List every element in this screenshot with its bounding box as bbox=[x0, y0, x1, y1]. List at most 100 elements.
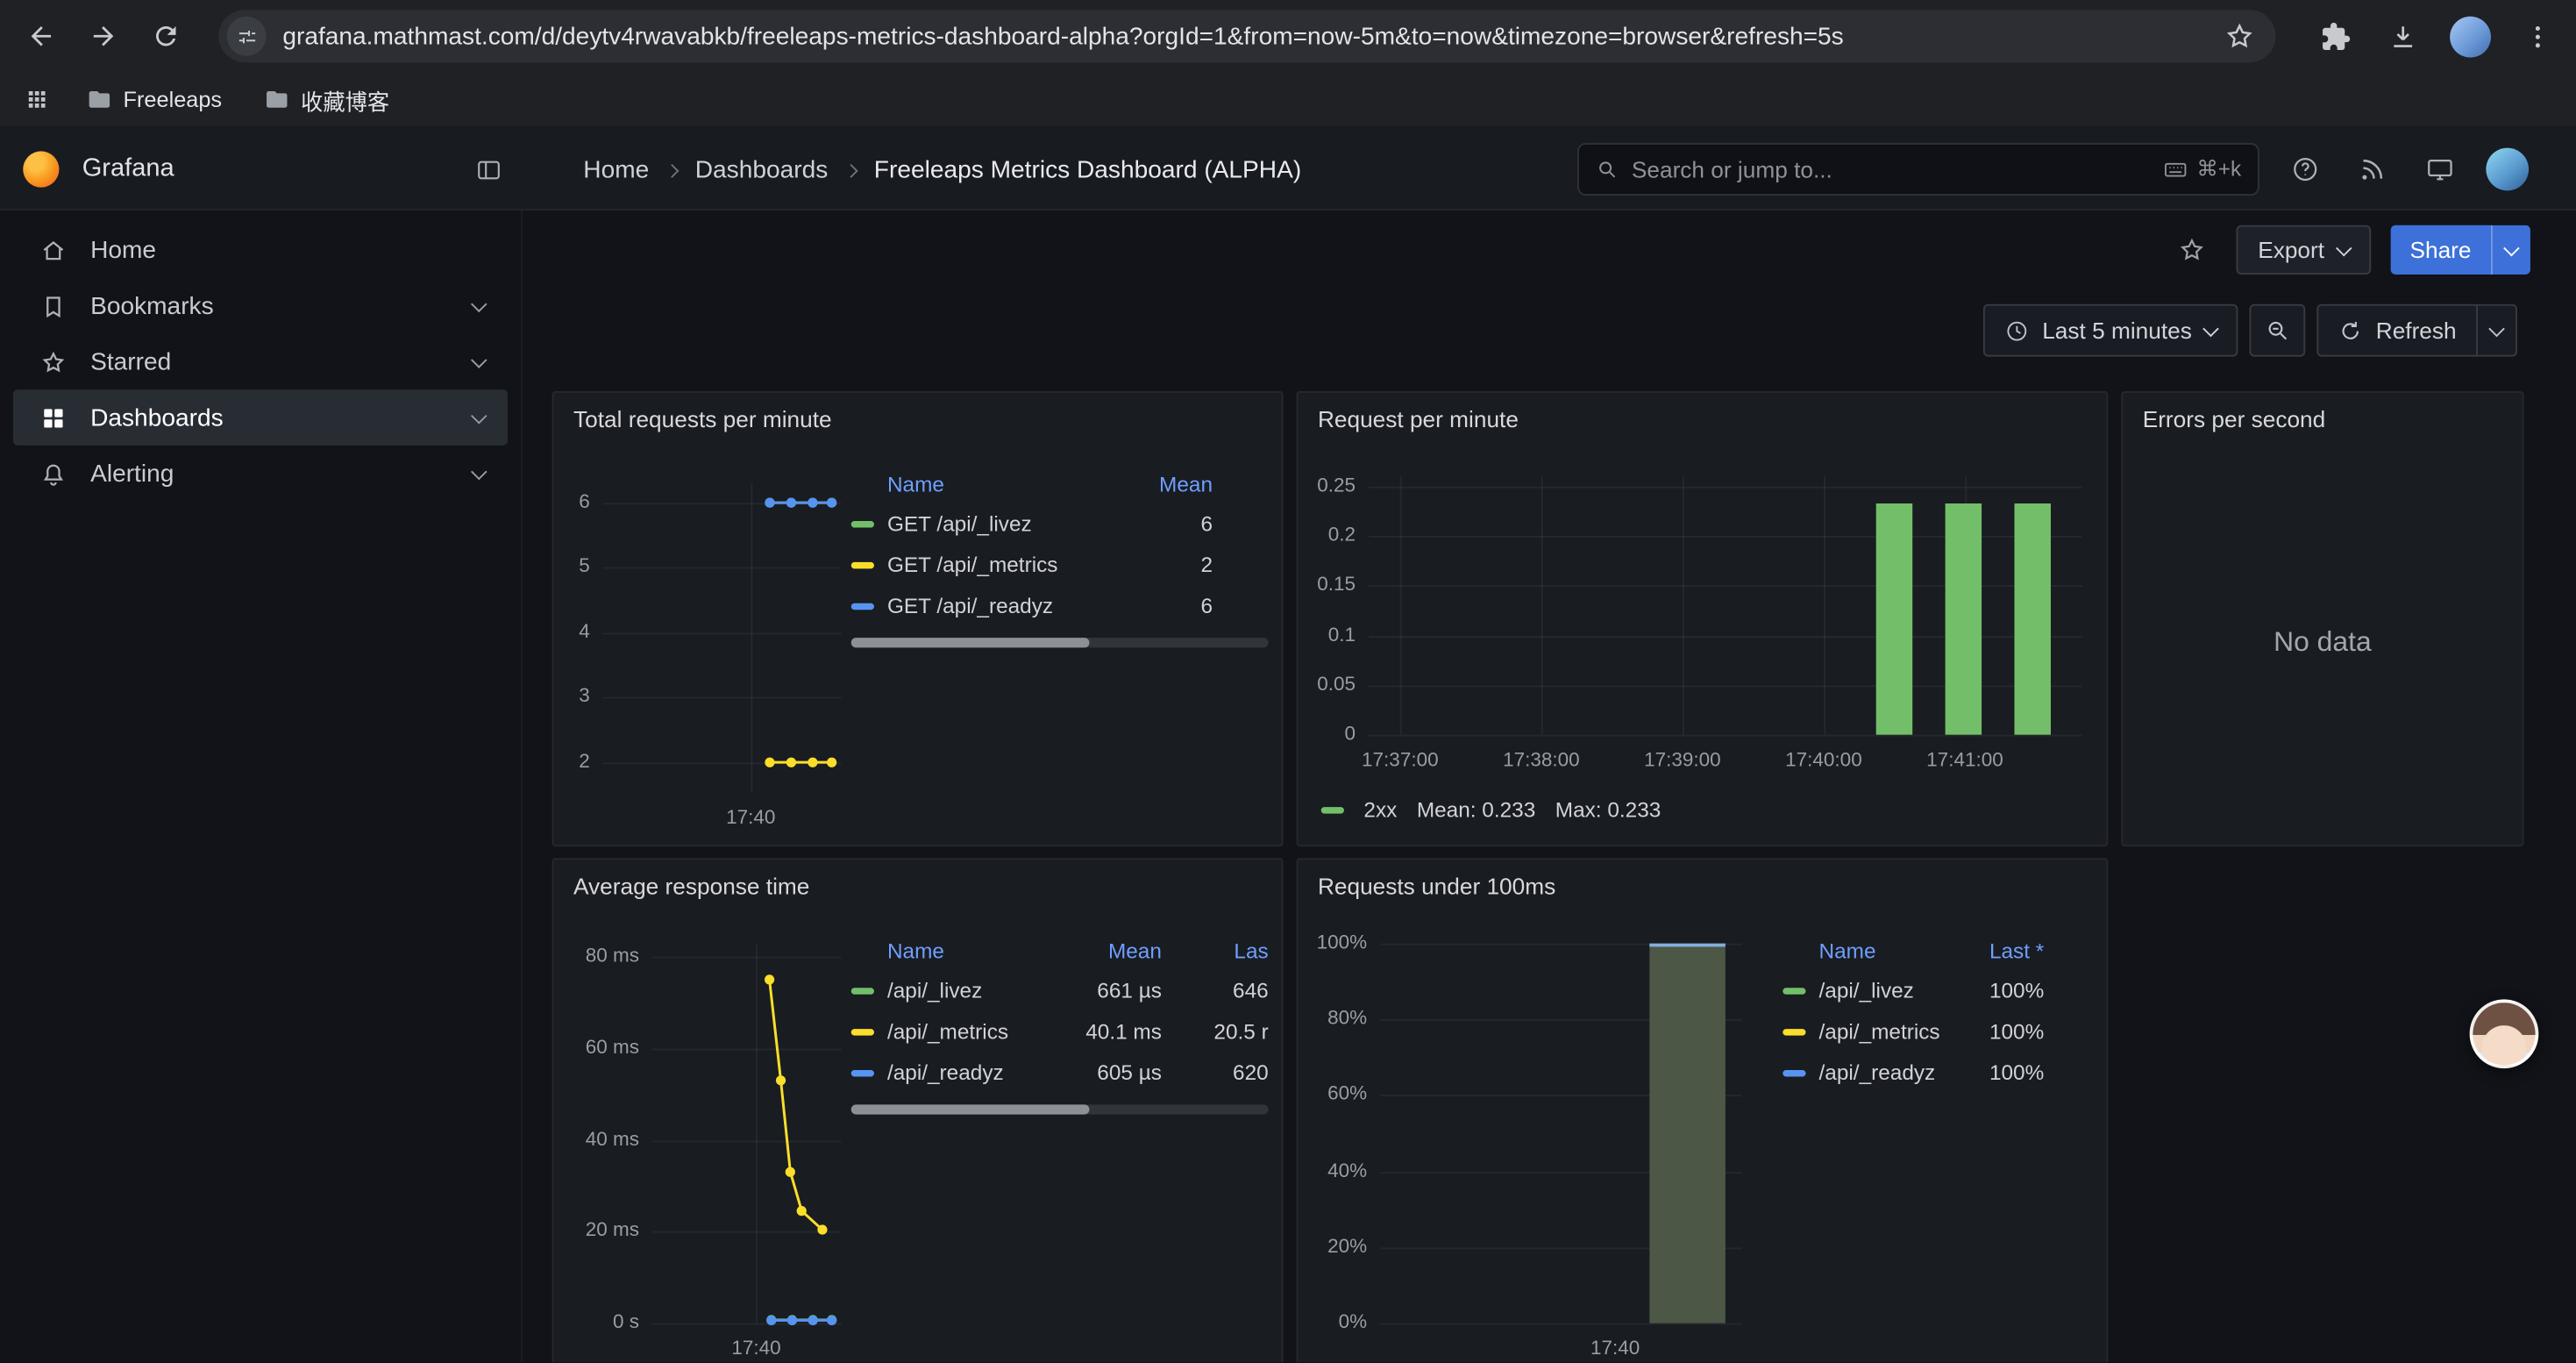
legend-row[interactable]: /api/_readyz 100% bbox=[1783, 1052, 2070, 1093]
site-info-chip[interactable] bbox=[227, 17, 267, 56]
time-range-picker[interactable]: Last 5 minutes bbox=[1983, 304, 2238, 357]
search-shortcut-hint: ⌘+k bbox=[2162, 156, 2241, 182]
bookmark-star-icon[interactable] bbox=[2224, 19, 2256, 52]
reload-button[interactable] bbox=[138, 8, 194, 64]
sidebar-item-starred[interactable]: Starred bbox=[13, 333, 508, 389]
breadcrumb-dashboards[interactable]: Dashboards bbox=[695, 155, 829, 183]
y-axis-tick-label: 60 ms bbox=[554, 1035, 639, 1058]
export-button[interactable]: Export bbox=[2237, 225, 2371, 275]
legend-series-last: 20.5 r bbox=[1162, 1019, 1269, 1044]
bookmark-icon bbox=[39, 292, 68, 320]
browser-actions bbox=[2309, 0, 2563, 72]
y-axis-tick-label: 5 bbox=[554, 554, 590, 577]
refresh-button[interactable]: Refresh bbox=[2316, 304, 2478, 357]
share-button[interactable]: Share bbox=[2390, 225, 2491, 275]
global-search[interactable]: ⌘+k bbox=[1577, 143, 2259, 196]
legend-row[interactable]: /api/_livez 661 µs 646 bbox=[851, 970, 1269, 1011]
sidebar-item-label: Bookmarks bbox=[90, 292, 473, 320]
chevron-down-icon[interactable] bbox=[471, 296, 487, 312]
extensions-button[interactable] bbox=[2309, 10, 2361, 62]
forward-button[interactable] bbox=[75, 8, 132, 64]
search-icon bbox=[1596, 158, 1619, 181]
breadcrumb-home[interactable]: Home bbox=[583, 155, 649, 183]
legend-row[interactable]: /api/_metrics 40.1 ms 20.5 r bbox=[851, 1011, 1269, 1053]
y-axis-tick-label: 0% bbox=[1298, 1310, 1367, 1333]
floating-assistant-avatar[interactable] bbox=[2470, 999, 2539, 1068]
bar bbox=[1946, 503, 1982, 735]
apps-button[interactable] bbox=[13, 76, 59, 122]
legend-scrollbar[interactable] bbox=[851, 638, 1269, 647]
refresh-interval-button[interactable] bbox=[2478, 304, 2517, 357]
profile-button[interactable] bbox=[2444, 10, 2496, 62]
legend-header-last[interactable]: Last * bbox=[1959, 938, 2044, 962]
x-axis-tick-label: 17:40 bbox=[1541, 1337, 1690, 1359]
y-axis-tick-label: 60% bbox=[1298, 1082, 1367, 1105]
legend-header-last[interactable]: Las bbox=[1162, 938, 1269, 962]
legend-header-mean[interactable]: Mean bbox=[1130, 471, 1213, 496]
bookmark-folder-freeleaps[interactable]: Freeleaps bbox=[72, 78, 236, 121]
legend-scrollbar-thumb[interactable] bbox=[851, 1104, 1089, 1114]
legend-series-name: GET /api/_metrics bbox=[887, 553, 1130, 577]
legend-row[interactable]: /api/_readyz 605 µs 620 bbox=[851, 1052, 1269, 1093]
series-point bbox=[797, 1206, 807, 1216]
zoom-out-button[interactable] bbox=[2249, 304, 2305, 357]
share-label: Share bbox=[2409, 237, 2471, 263]
share-menu-button[interactable] bbox=[2491, 225, 2530, 275]
legend-series-last: 100% bbox=[1959, 1060, 2044, 1085]
legend-scrollbar[interactable] bbox=[851, 1104, 1269, 1114]
legend-row[interactable]: GET /api/_readyz 6 bbox=[851, 585, 1269, 626]
sidebar-item-dashboards[interactable]: Dashboards bbox=[13, 389, 508, 446]
legend-series-name: /api/_metrics bbox=[1819, 1019, 1959, 1044]
news-button[interactable] bbox=[2346, 143, 2399, 196]
series-color-icon bbox=[1783, 987, 1805, 993]
favorite-dashboard-button[interactable] bbox=[2167, 225, 2217, 275]
y-axis-tick-label: 80% bbox=[1298, 1006, 1367, 1029]
sidebar-toggle-button[interactable] bbox=[466, 148, 509, 191]
legend-header-name[interactable]: Name bbox=[887, 471, 1130, 496]
x-axis-tick-label: 17:37:00 bbox=[1326, 748, 1474, 771]
y-axis-tick-label: 80 ms bbox=[554, 944, 639, 967]
breadcrumb-separator-icon bbox=[665, 164, 680, 178]
legend-row[interactable]: GET /api/_metrics 2 bbox=[851, 544, 1269, 585]
legend-row[interactable]: /api/_livez 100% bbox=[1783, 970, 2070, 1011]
legend-header-name[interactable]: Name bbox=[1819, 938, 1959, 962]
legend-header-name[interactable]: Name bbox=[887, 938, 1066, 962]
screen-button[interactable] bbox=[2414, 143, 2466, 196]
back-button[interactable] bbox=[13, 8, 69, 64]
legend-inline[interactable]: 2xx Mean: 0.233 Max: 0.233 bbox=[1321, 797, 1662, 822]
panel-left-icon bbox=[474, 155, 502, 183]
chevron-down-icon[interactable] bbox=[471, 351, 487, 368]
x-axis-tick-label: 17:40 bbox=[682, 1337, 830, 1359]
sidebar-item-home[interactable]: Home bbox=[13, 222, 508, 278]
user-menu-button[interactable] bbox=[2481, 143, 2534, 196]
series-point bbox=[787, 1316, 797, 1325]
panel-average-response-time: Average response time 80 ms60 ms40 ms20 … bbox=[552, 858, 1284, 1362]
legend-scrollbar-thumb[interactable] bbox=[851, 638, 1089, 647]
address-bar[interactable]: grafana.mathmast.com/d/deytv4rwavabkb/fr… bbox=[218, 10, 2275, 62]
breadcrumb: Home Dashboards Freeleaps Metrics Dashbo… bbox=[583, 128, 1301, 211]
bar bbox=[1649, 944, 1726, 1324]
legend-row[interactable]: GET /api/_livez 6 bbox=[851, 503, 1269, 544]
sidebar-item-alerting[interactable]: Alerting bbox=[13, 446, 508, 502]
bookmark-folder-blogs[interactable]: 收藏博客 bbox=[250, 78, 404, 121]
legend-row[interactable]: /api/_metrics 100% bbox=[1783, 1011, 2070, 1053]
chevron-down-icon[interactable] bbox=[471, 407, 487, 424]
chevron-down-icon[interactable] bbox=[471, 463, 487, 480]
sidebar-nav-list: Home Bookmarks Starred Dashbo bbox=[0, 211, 521, 502]
monitor-icon bbox=[2425, 154, 2455, 184]
sidebar-item-bookmarks[interactable]: Bookmarks bbox=[13, 278, 508, 334]
search-input[interactable] bbox=[1632, 156, 2162, 182]
downloads-button[interactable] bbox=[2376, 10, 2429, 62]
legend-series-mean: 605 µs bbox=[1066, 1060, 1162, 1085]
browser-menu-button[interactable] bbox=[2510, 10, 2563, 62]
legend-header-mean[interactable]: Mean bbox=[1066, 938, 1162, 962]
refresh-label: Refresh bbox=[2376, 318, 2457, 344]
panel-title[interactable]: Errors per second bbox=[2143, 406, 2326, 432]
header-actions bbox=[2279, 143, 2533, 196]
grafana-logo[interactable] bbox=[23, 151, 59, 187]
legend-series-mean: 6 bbox=[1130, 511, 1213, 536]
help-button[interactable] bbox=[2279, 143, 2331, 196]
no-data-message: No data bbox=[2123, 626, 2522, 659]
chart-avg-plot bbox=[652, 944, 842, 1324]
series-point bbox=[827, 498, 836, 508]
